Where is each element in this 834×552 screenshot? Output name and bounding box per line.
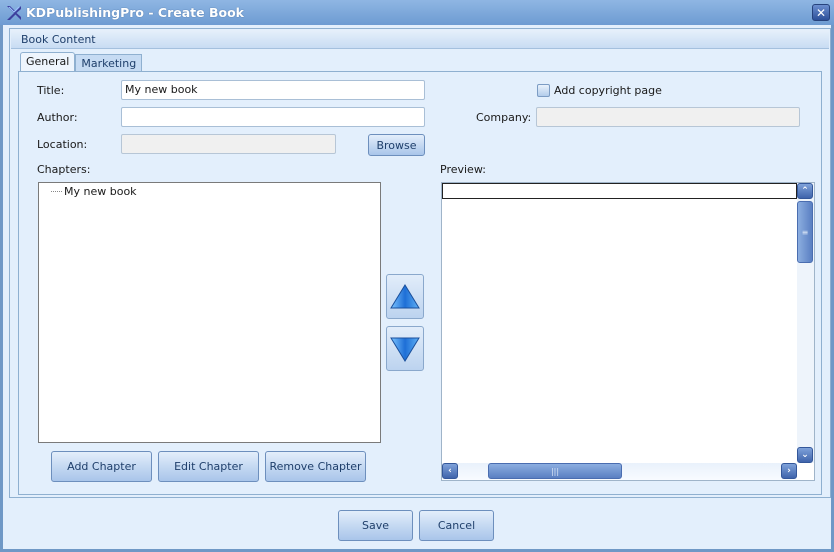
move-down-button[interactable] [386,326,424,371]
chevron-down-icon: ⌄ [801,450,809,460]
title-label: Title: [37,84,65,97]
scroll-right-button[interactable]: › [781,463,797,479]
dialog-footer: Save Cancel [3,500,831,549]
chapters-label: Chapters: [37,163,91,176]
tree-item[interactable]: My new book [51,185,137,198]
author-label: Author: [37,111,78,124]
edit-chapter-button[interactable]: Edit Chapter [158,451,259,482]
scroll-left-button[interactable]: ‹ [442,463,458,479]
group-header: Book Content [11,30,829,49]
add-chapter-button[interactable]: Add Chapter [51,451,152,482]
tab-strip: General Marketing [20,52,143,72]
chevron-left-icon: ‹ [448,466,452,476]
chevron-right-icon: › [787,466,791,476]
location-label: Location: [37,138,88,151]
tree-connector [51,191,62,192]
copyright-label: Add copyright page [554,84,662,97]
preview-selection-line [442,183,797,199]
browse-button[interactable]: Browse [368,134,425,156]
horizontal-scrollbar[interactable]: ‹ ||| › [442,463,797,480]
remove-chapter-button[interactable]: Remove Chapter [265,451,366,482]
preview-label: Preview: [440,163,486,176]
author-input[interactable] [121,107,425,127]
horizontal-scroll-thumb[interactable]: ||| [488,463,622,479]
grip-icon: ≡ [801,227,809,237]
company-label: Company: [476,111,532,124]
chapters-tree[interactable]: My new book [38,182,381,443]
triangle-down-icon [390,337,420,362]
company-input [536,107,800,127]
cancel-button[interactable]: Cancel [419,510,494,541]
grip-icon: ||| [550,466,560,476]
close-icon: ✕ [815,5,827,20]
save-button[interactable]: Save [338,510,413,541]
vertical-scrollbar[interactable]: ⌃ ≡ ⌄ [797,183,814,463]
move-up-button[interactable] [386,274,424,319]
copyright-checkbox[interactable] [537,84,550,97]
book-content-group: Book Content General Marketing Title: My… [9,28,831,498]
title-input[interactable]: My new book [121,80,425,100]
title-bar: KDPublishingPro - Create Book ✕ [0,0,834,25]
general-tab-panel: Title: My new book Author: Location: Bro… [18,71,822,495]
preview-pane[interactable]: ⌃ ≡ ⌄ ‹ ||| › [441,182,815,481]
tree-item-label: My new book [64,185,137,198]
close-button[interactable]: ✕ [812,4,830,21]
tab-marketing[interactable]: Marketing [75,54,143,72]
vertical-scroll-thumb[interactable]: ≡ [797,201,813,263]
location-input [121,134,336,154]
window-title: KDPublishingPro - Create Book [26,5,244,20]
triangle-up-icon [390,283,420,308]
chevron-up-icon: ⌃ [801,186,809,196]
kd-logo-icon [7,5,21,20]
scroll-down-button[interactable]: ⌄ [797,447,813,463]
scroll-up-button[interactable]: ⌃ [797,183,813,199]
tab-general[interactable]: General [20,52,76,72]
create-book-window: KDPublishingPro - Create Book ✕ Book Con… [0,0,834,552]
